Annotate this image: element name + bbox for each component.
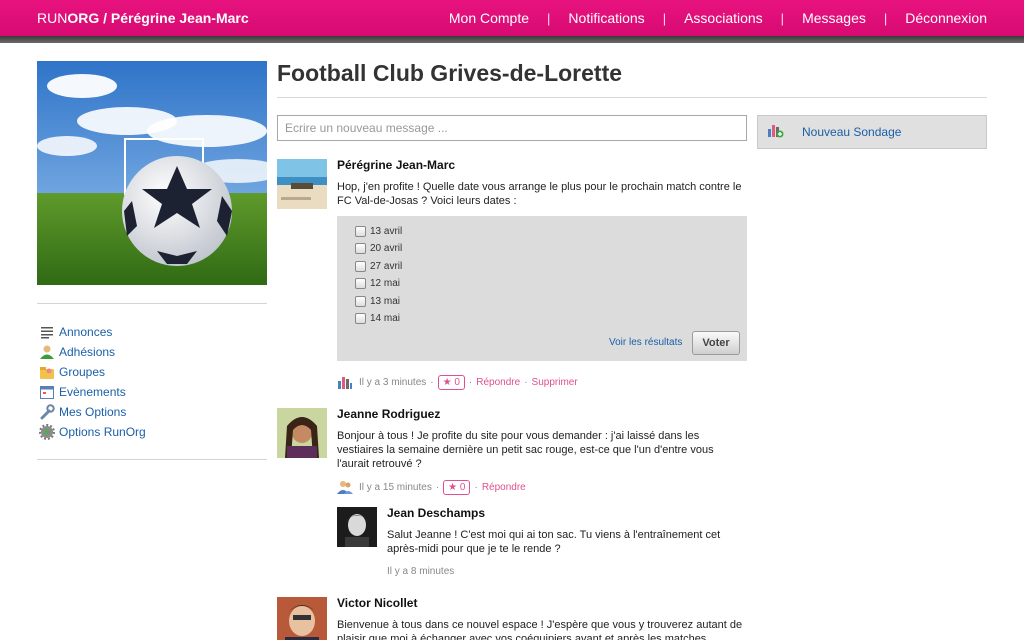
brand-user-name: Pérégrine Jean-Marc [110,10,249,26]
new-message-input[interactable] [277,115,747,141]
checkbox[interactable] [355,261,366,272]
group-folder-icon [39,364,55,380]
sidebar-item-options-runorg[interactable]: Options RunOrg [39,422,146,442]
poll-chart-icon [337,374,353,390]
poll-option-label: 27 avril [370,261,403,272]
sidebar-item-groupes[interactable]: Groupes [39,362,146,382]
sidebar-divider [37,303,267,304]
reply-meta: Il y a 8 minutes [387,566,454,577]
sidebar-item-label: Options RunOrg [59,425,146,439]
like-button[interactable]: ★ 0 [437,374,465,390]
sidebar-item-label: Mes Options [59,405,127,419]
nav-notifications[interactable]: Notifications [550,10,662,26]
sidebar-divider [37,459,267,460]
poll-option-label: 13 avril [370,226,403,237]
sidebar-menu: Annonces Adhésions Groupes Evènements Me… [39,322,146,442]
nav-associations[interactable]: Associations [666,10,781,26]
brand-logo-org: ORG [67,10,100,26]
post-text: Hop, j'en profite ! Quelle date vous arr… [337,181,742,207]
reply-link[interactable]: Répondre [476,377,520,388]
poll-panel: 13 avril 20 avril 27 avril 12 mai 13 mai… [337,216,747,361]
sidebar-item-annonces[interactable]: Annonces [39,322,146,342]
club-photo [37,61,267,285]
poll-chart-icon [766,121,784,144]
poll-option-label: 20 avril [370,243,403,254]
sidebar-item-label: Groupes [59,365,106,379]
avatar[interactable] [277,597,327,640]
post-author[interactable]: Victor Nicollet [337,596,417,610]
vote-button[interactable]: Voter [692,331,740,355]
sidebar-item-label: Annonces [59,325,113,339]
nav-separator: | [662,10,667,26]
like-button[interactable]: ★ 0 [443,479,471,495]
top-nav: Mon Compte | Notifications | Association… [431,10,987,26]
page-title: Football Club Grives-de-Lorette [277,60,623,86]
checkbox[interactable] [355,243,366,254]
poll-option[interactable]: 20 avril [355,243,402,254]
poll-option-label: 14 mai [370,313,401,324]
nav-messages[interactable]: Messages [784,10,884,26]
nav-separator: | [547,10,551,26]
brand-separator: / [99,10,111,26]
new-poll-button[interactable]: Nouveau Sondage [757,115,987,149]
top-bar: RUNORG / Pérégrine Jean-Marc Mon Compte … [0,0,1024,36]
checkbox[interactable] [355,313,366,324]
sidebar-item-evenements[interactable]: Evènements [39,382,146,402]
reply-text: Salut Jeanne ! C'est moi qui ai ton sac.… [387,529,721,555]
delete-link[interactable]: Supprimer [532,377,578,388]
nav-separator: | [883,10,888,26]
sidebar-item-mes-options[interactable]: Mes Options [39,402,146,422]
post-time: Il y a 15 minutes [359,481,432,493]
post-meta: Il y a 3 minutes · ★ 0 · Répondre · Supprim… [337,374,578,390]
list-icon [39,324,55,340]
post-meta: Il y a 15 minutes · ★ 0 · Répondre [337,479,526,495]
member-icon [39,344,55,360]
brand-breadcrumb[interactable]: RUNORG / Pérégrine Jean-Marc [37,10,249,26]
poll-option[interactable]: 12 mai [355,278,400,289]
sidebar-item-adhesions[interactable]: Adhésions [39,342,146,362]
calendar-icon [39,384,55,400]
title-divider [277,97,987,98]
checkbox[interactable] [355,226,366,237]
reply-author[interactable]: Jean Deschamps [387,506,485,520]
wrench-icon [39,404,55,420]
view-results-link[interactable]: Voir les résultats [609,337,682,348]
nav-separator: | [780,10,785,26]
post-time: Il y a 3 minutes [359,376,427,388]
avatar[interactable] [337,507,377,547]
reply-link[interactable]: Répondre [482,482,526,493]
sidebar-item-label: Adhésions [59,345,116,359]
sidebar-item-label: Evènements [59,385,126,399]
nav-deconnexion[interactable]: Déconnexion [887,10,987,26]
checkbox[interactable] [355,278,366,289]
post-text: Bonjour à tous ! Je profite du site pour… [337,430,714,470]
reply-time: Il y a 8 minutes [387,566,455,577]
checkbox[interactable] [355,296,366,307]
avatar[interactable] [277,159,327,209]
nav-mon-compte[interactable]: Mon Compte [431,10,547,26]
brand-logo-run: RUN [37,10,68,26]
avatar[interactable] [277,408,327,458]
poll-option[interactable]: 13 mai [355,296,400,307]
post-author[interactable]: Jeanne Rodriguez [337,407,440,421]
gear-icon [39,424,55,440]
members-icon [337,479,353,495]
poll-option[interactable]: 13 avril [355,226,402,237]
poll-option[interactable]: 14 mai [355,313,400,324]
post-author[interactable]: Pérégrine Jean-Marc [337,158,455,172]
poll-option-label: 12 mai [370,278,401,289]
top-bar-shadow [0,36,1024,43]
poll-option[interactable]: 27 avril [355,261,402,272]
post-text: Bienvenue à tous dans ce nouvel espace !… [337,619,743,640]
new-poll-label: Nouveau Sondage [802,125,902,139]
poll-option-label: 13 mai [370,296,401,307]
